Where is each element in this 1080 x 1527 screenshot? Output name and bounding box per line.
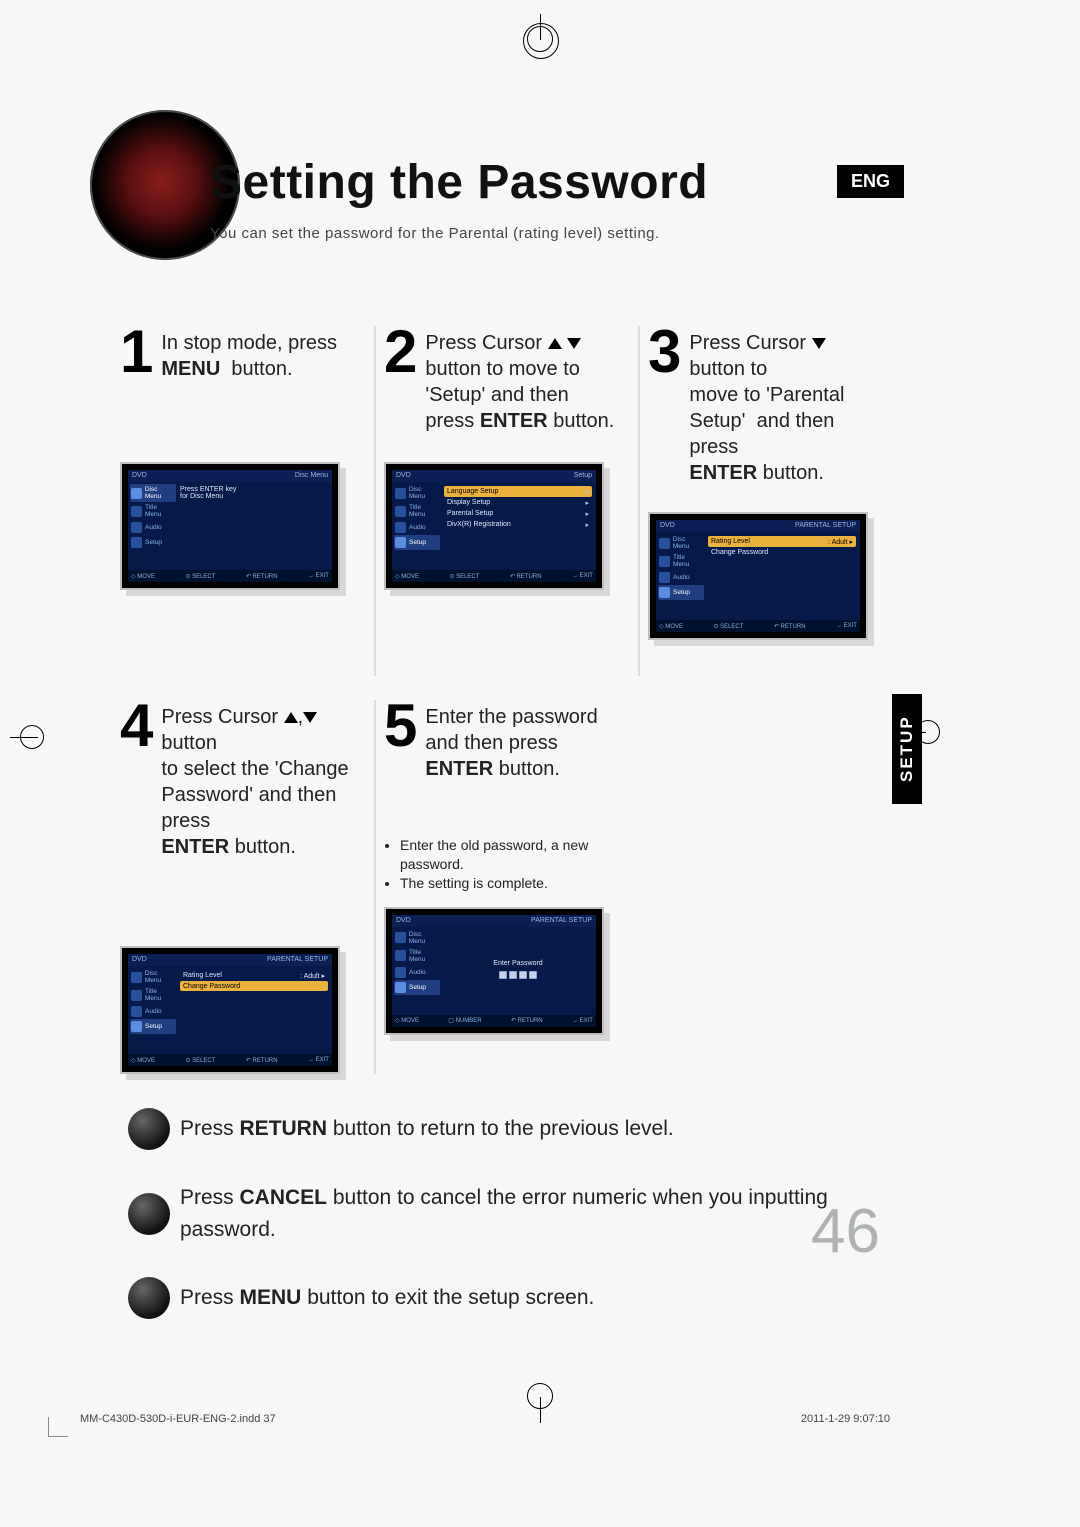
step-line: and then press	[425, 732, 557, 754]
print-footer-left: MM-C430D-530D-i-EUR-ENG-2.indd 37	[80, 1413, 276, 1425]
crop-corner	[48, 1417, 49, 1437]
osd-sidebar: Disc Menu Title Menu Audio Setup	[130, 484, 176, 550]
page-subtitle: You can set the password for the Parenta…	[210, 225, 660, 242]
osd-screenshot-2: DVDSetup Disc Menu Title Menu Audio Setu…	[384, 462, 604, 590]
bullet-ball-icon	[128, 1108, 170, 1150]
step-line: Enter the password	[425, 706, 597, 728]
bullet-ball-icon	[128, 1193, 170, 1235]
step-line: In stop mode, press	[161, 332, 337, 354]
step-number: 2	[384, 326, 417, 377]
page-title: Setting the Password	[210, 155, 708, 210]
crop-corner	[48, 1436, 68, 1437]
footer-note-row: Press MENU button to exit the setup scre…	[128, 1277, 880, 1319]
section-tab-setup: SETUP	[892, 694, 922, 804]
footer-bold: RETURN	[240, 1117, 328, 1140]
osd-main-line: for Disc Menu	[180, 493, 328, 500]
step-line: 'Setup' and then	[425, 384, 568, 406]
footer-note-row: Press CANCEL button to cancel the error …	[128, 1182, 880, 1245]
step-text: Press Cursor , button to select the 'Cha…	[161, 700, 356, 860]
step-text: Enter the password and then press ENTER …	[425, 700, 597, 782]
osd-screenshot-1: DVD Disc Menu Disc Menu Title Menu Audio …	[120, 462, 340, 590]
language-badge: ENG	[837, 165, 904, 198]
osd-footer: ◇ MOVE ⊙ SELECT ↶ RETURN → EXIT	[128, 570, 332, 582]
print-footer: MM-C430D-530D-i-EUR-ENG-2.indd 37 2011-1…	[80, 1413, 890, 1425]
menu-label: MENU	[161, 358, 220, 380]
osd-main: Press ENTER key for Disc Menu	[180, 486, 328, 566]
cursor-up-icon	[548, 338, 562, 349]
step-text: Press Cursor button to move to 'Setup' a…	[425, 326, 614, 434]
step-number: 1	[120, 326, 153, 377]
cursor-down-icon	[812, 338, 826, 349]
step-3: 3 Press Cursor button to move to 'Parent…	[648, 326, 894, 676]
step-4: 4 Press Cursor , button to select the 'C…	[120, 700, 366, 1074]
step-5: 5 Enter the password and then press ENTE…	[384, 700, 630, 1074]
steps-row-1: 1 In stop mode, press MENU button. DVD Di…	[120, 326, 894, 676]
step-line: button to move to	[425, 358, 580, 380]
footer-notes: Press RETURN button to return to the pre…	[128, 1108, 880, 1351]
crop-mark-top	[495, 40, 585, 70]
cursor-up-icon	[284, 712, 298, 723]
password-boxes	[498, 971, 538, 981]
note-item: Enter the old password, a new password.	[400, 836, 620, 874]
step-number: 5	[384, 700, 417, 751]
osd-screenshot-4: DVDPARENTAL SETUP Disc Menu Title Menu A…	[120, 946, 340, 1074]
step-number: 3	[648, 326, 681, 377]
osd-side-item: Title Menu	[145, 504, 175, 518]
osd-top-right: Disc Menu	[295, 472, 328, 480]
footer-pre: Press	[180, 1117, 240, 1140]
osd-screenshot-3: DVDPARENTAL SETUP Disc Menu Title Menu A…	[648, 512, 868, 640]
osd-top-left: DVD	[132, 472, 147, 480]
enter-password-label: Enter Password	[493, 960, 542, 967]
cursor-down-icon	[303, 712, 317, 723]
osd-side-item: Disc Menu	[145, 486, 175, 500]
page-number: 46	[811, 1196, 880, 1267]
print-footer-right: 2011-1-29 9:07:10	[801, 1413, 890, 1425]
osd-main-line: Press ENTER key	[180, 486, 328, 493]
osd-side-item: Audio	[145, 524, 162, 531]
osd-side-item: Setup	[145, 539, 162, 546]
step-text: In stop mode, press MENU button.	[161, 326, 337, 382]
step-number: 4	[120, 700, 153, 751]
step-text: Press Cursor button to move to 'Parental…	[689, 326, 884, 486]
footer-post: button to return to the previous level.	[327, 1117, 674, 1140]
step-1: 1 In stop mode, press MENU button. DVD Di…	[120, 326, 366, 676]
step-2: 2 Press Cursor button to move to 'Setup'…	[384, 326, 630, 676]
steps-row-2: 4 Press Cursor , button to select the 'C…	[120, 700, 894, 1074]
bullet-ball-icon	[128, 1277, 170, 1319]
osd-screenshot-5: DVDPARENTAL SETUP Disc Menu Title Menu A…	[384, 907, 604, 1035]
footer-note-row: Press RETURN button to return to the pre…	[128, 1108, 880, 1150]
note-item: The setting is complete.	[400, 874, 620, 893]
step5-notes: Enter the old password, a new password. …	[400, 836, 620, 893]
cursor-down-icon	[567, 338, 581, 349]
